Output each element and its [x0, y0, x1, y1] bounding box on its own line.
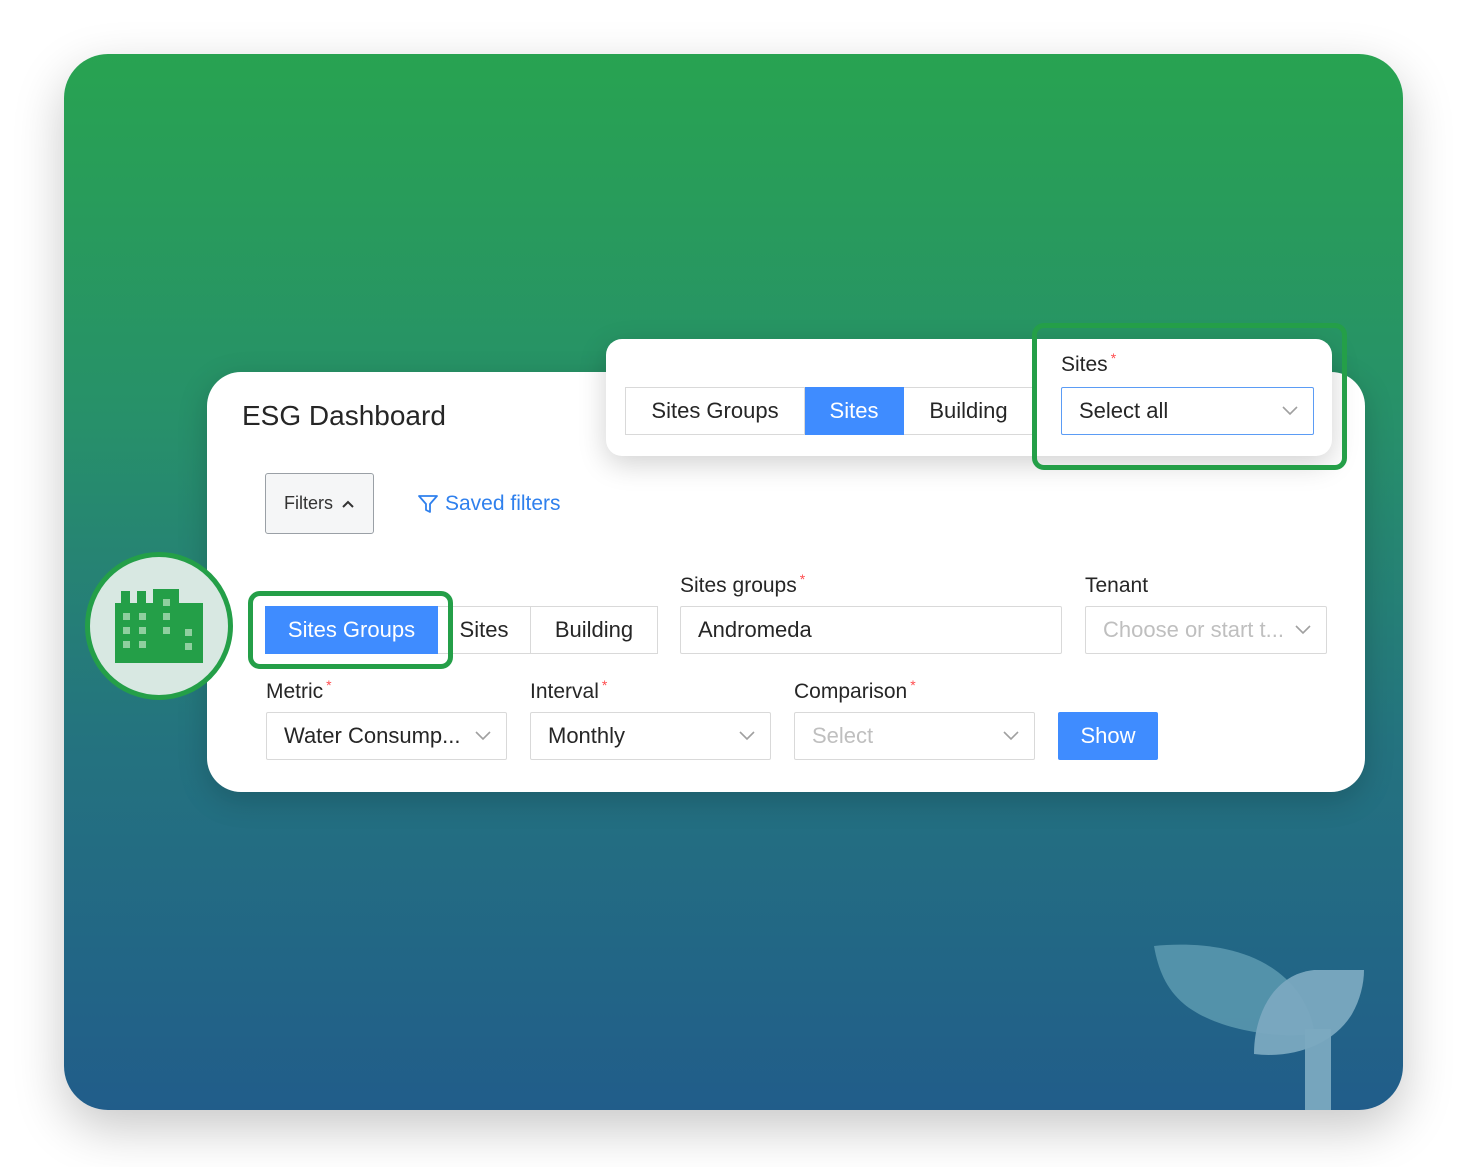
popup-scope-sites[interactable]: Sites	[805, 387, 904, 435]
popup-sites-value: Select all	[1079, 398, 1169, 423]
scope-toggle: Sites Groups Sites Building	[265, 606, 658, 654]
comparison-placeholder: Select	[812, 723, 874, 748]
sites-groups-label: Sites groups *	[680, 571, 806, 597]
metric-select[interactable]: Water Consump...	[266, 712, 507, 760]
saved-filters-label: Saved filters	[445, 492, 561, 515]
popup-sites-label: Sites *	[1061, 350, 1117, 376]
chevron-down-icon	[1294, 621, 1312, 639]
popup-scope-building[interactable]: Building	[904, 387, 1034, 435]
show-button[interactable]: Show	[1058, 712, 1158, 760]
interval-select[interactable]: Monthly	[530, 712, 771, 760]
chevron-down-icon	[1002, 727, 1020, 745]
popup-sites-select[interactable]: Select all	[1061, 387, 1314, 435]
sites-groups-value: Andromeda	[698, 617, 812, 642]
popup-scope-sites-groups[interactable]: Sites Groups	[625, 387, 805, 435]
tenant-label: Tenant	[1085, 574, 1149, 597]
tenant-select[interactable]: Choose or start t...	[1085, 606, 1327, 654]
filter-funnel-icon	[418, 495, 438, 513]
scope-sites[interactable]: Sites	[438, 606, 531, 654]
feature-badge	[85, 552, 233, 700]
chevron-down-icon	[738, 727, 756, 745]
page-title: ESG Dashboard	[242, 400, 446, 431]
chevron-down-icon	[474, 727, 492, 745]
metric-label: Metric *	[266, 677, 332, 703]
sites-groups-input[interactable]: Andromeda	[680, 606, 1062, 654]
sites-popup: Sites Groups Sites Building Sites * Selec…	[606, 339, 1332, 456]
interval-label: Interval *	[530, 677, 608, 703]
comparison-label: Comparison *	[794, 677, 916, 703]
leaf-sprout-icon	[1154, 944, 1364, 1110]
scope-building[interactable]: Building	[531, 606, 658, 654]
metric-value: Water Consump...	[284, 723, 461, 748]
building-icon	[115, 589, 203, 663]
comparison-select[interactable]: Select	[794, 712, 1035, 760]
chevron-up-icon	[342, 500, 354, 508]
chevron-down-icon	[1281, 402, 1299, 420]
saved-filters-link[interactable]: Saved filters	[417, 489, 561, 519]
filters-toggle-button[interactable]: Filters	[265, 473, 374, 534]
filters-label: Filters	[284, 493, 333, 513]
scope-sites-groups[interactable]: Sites Groups	[265, 606, 438, 654]
interval-value: Monthly	[548, 723, 626, 748]
popup-scope-toggle: Sites Groups Sites Building	[625, 387, 1034, 435]
tenant-placeholder: Choose or start t...	[1103, 617, 1284, 642]
